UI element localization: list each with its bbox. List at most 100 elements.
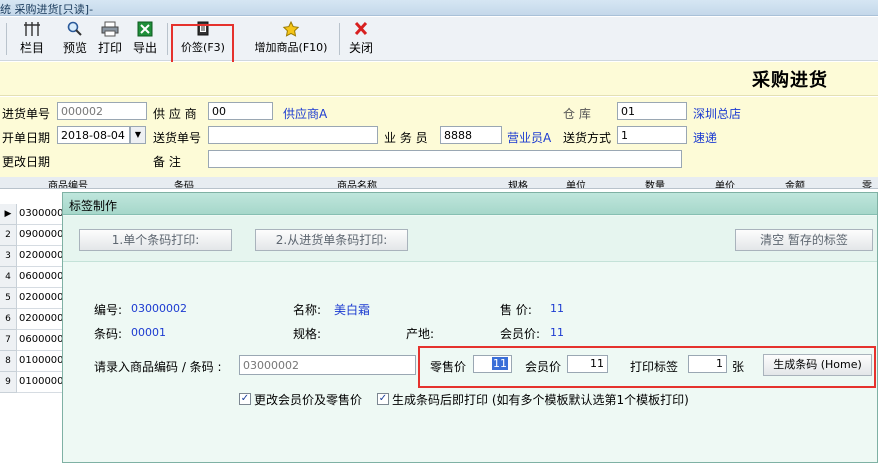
order-no-input[interactable] (57, 102, 147, 120)
table-row[interactable]: 0100000 (17, 351, 65, 372)
product-name-label: 名称: (293, 303, 322, 317)
excel-icon (137, 21, 153, 37)
open-date-input[interactable] (57, 126, 130, 144)
product-code-input[interactable] (239, 355, 416, 375)
sale-price-label: 售 价: (500, 303, 532, 317)
grid-header: 商品编号 条码 商品名称 规格 单位 数量 单价 金额 零 (0, 177, 878, 189)
print-after-generate-checkbox[interactable]: ✓ (377, 393, 389, 405)
table-row[interactable]: 0600000 (17, 330, 65, 351)
row-header[interactable]: 4 (0, 267, 17, 288)
page-title: 采购进货 (752, 70, 828, 91)
row-header[interactable]: 6 (0, 309, 17, 330)
warehouse-name-link[interactable]: 深圳总店 (693, 105, 741, 122)
grid-col-header: 零 (862, 181, 872, 189)
row-header[interactable]: 5 (0, 288, 17, 309)
salesman-name-link[interactable]: 营业员A (507, 129, 551, 146)
star-icon (282, 21, 300, 37)
row-header[interactable]: ▶ (0, 204, 17, 225)
close-icon (354, 21, 368, 36)
row-header[interactable]: 7 (0, 330, 17, 351)
grid-col-header: 规格 (508, 181, 528, 189)
salesman-code-input[interactable] (440, 126, 502, 144)
magnifier-icon (67, 21, 82, 36)
input-prompt-label: 请录入商品编码 / 条码 : (94, 360, 222, 374)
supplier-label: 供 应 商 (153, 107, 197, 121)
table-row[interactable]: 0200000 (17, 309, 65, 330)
product-name-value: 美白霜 (334, 303, 371, 317)
spec-label: 规格: (293, 327, 322, 341)
table-row[interactable]: 0900000 (17, 225, 65, 246)
delivery-no-input[interactable] (208, 126, 378, 144)
close-button[interactable]: 关闭 (346, 19, 376, 59)
row-header[interactable]: 2 (0, 225, 17, 246)
origin-label: 产地: (406, 327, 435, 341)
row-header[interactable]: 9 (0, 372, 17, 393)
window-title: 统 采购进货[只读]- (0, 3, 94, 16)
warehouse-label: 仓 库 (563, 107, 591, 121)
toolbar-separator (6, 23, 7, 55)
member-price-value: 11 (550, 326, 564, 339)
delivery-barcode-print-button[interactable]: 2.从进货单条码打印: (255, 229, 408, 251)
toolbar-separator (339, 23, 340, 55)
chevron-down-icon: ▼ (134, 130, 142, 139)
grid-col-header: 条码 (174, 181, 194, 189)
label-dialog: 标签制作 1.单个条码打印: 2.从进货单条码打印: 清空 暂存的标签 编号: … (62, 192, 878, 463)
barcode-value: 00001 (131, 326, 166, 339)
print-after-generate-label: 生成条码后即打印 (如有多个模板默认选第1个模板打印) (392, 393, 689, 407)
sale-price-value: 11 (550, 302, 564, 315)
salesman-label: 业 务 员 (384, 131, 428, 145)
remark-label: 备 注 (153, 155, 181, 169)
order-no-label: 进货单号 (2, 107, 51, 121)
dialog-title: 标签制作 (69, 199, 118, 213)
remark-input[interactable] (208, 150, 682, 168)
header-band: 采购进货 (0, 62, 878, 96)
supplier-code-input[interactable] (208, 102, 273, 120)
grid-col-header: 单位 (566, 181, 586, 189)
member-price-label: 会员价: (500, 327, 541, 341)
change-price-checkbox[interactable]: ✓ (239, 393, 251, 405)
grid-col-header: 金额 (785, 181, 805, 189)
supplier-name-link[interactable]: 供应商A (283, 105, 327, 122)
row-header[interactable]: 3 (0, 246, 17, 267)
table-row[interactable]: 0600000 (17, 267, 65, 288)
table-row[interactable]: 0300000 (17, 204, 65, 225)
check-icon: ✓ (240, 393, 250, 404)
date-dropdown-button[interactable]: ▼ (130, 126, 146, 144)
printer-icon (101, 21, 119, 37)
delivery-method-input[interactable] (617, 126, 687, 144)
product-code-value: 03000002 (131, 302, 187, 315)
grid-col-header: 商品名称 (337, 181, 377, 189)
dialog-mode-bar: 1.单个条码打印: 2.从进货单条码打印: 清空 暂存的标签 (63, 216, 877, 262)
export-button[interactable]: 导出 (131, 19, 159, 59)
grid-col-header: 数量 (645, 181, 665, 189)
single-barcode-print-button[interactable]: 1.单个条码打印: (79, 229, 232, 251)
table-row[interactable]: 0200000 (17, 288, 65, 309)
open-date-label: 开单日期 (2, 131, 51, 145)
add-product-button[interactable]: 增加商品(F10) (250, 19, 332, 59)
table-row[interactable]: 0200000 (17, 246, 65, 267)
table-row[interactable]: 0100000 (17, 372, 65, 393)
grid-col-header: 单价 (715, 181, 735, 189)
check-icon: ✓ (378, 393, 388, 404)
clear-saved-labels-button[interactable]: 清空 暂存的标签 (735, 229, 873, 251)
dialog-titlebar[interactable]: 标签制作 (63, 193, 877, 215)
price-input-highlight (418, 346, 876, 388)
product-code-label: 编号: (94, 303, 123, 317)
window-titlebar: 统 采购进货[只读]- (0, 0, 878, 16)
print-button[interactable]: 打印 (96, 19, 124, 59)
barcode-label: 条码: (94, 327, 123, 341)
toolbar: 栏目 预览 打印 导出 价签(F3) 增加商品(F10) 关闭 (0, 17, 878, 61)
delivery-method-label: 送货方式 (563, 131, 612, 145)
delivery-no-label: 送货单号 (153, 131, 202, 145)
warehouse-code-input[interactable] (617, 102, 687, 120)
row-pointer-icon: ▶ (4, 209, 12, 219)
toolbar-separator (167, 23, 168, 55)
columns-icon (24, 22, 40, 36)
modify-date-label: 更改日期 (2, 155, 51, 169)
change-price-checkbox-label: 更改会员价及零售价 (254, 393, 363, 407)
row-header[interactable]: 8 (0, 351, 17, 372)
columns-button[interactable]: 栏目 (16, 19, 48, 59)
purchase-form: 进货单号 供 应 商 供应商A 仓 库 深圳总店 开单日期 ▼ 送货单号 业 务… (0, 97, 878, 177)
preview-button[interactable]: 预览 (60, 19, 90, 59)
delivery-method-link[interactable]: 速递 (693, 129, 717, 146)
